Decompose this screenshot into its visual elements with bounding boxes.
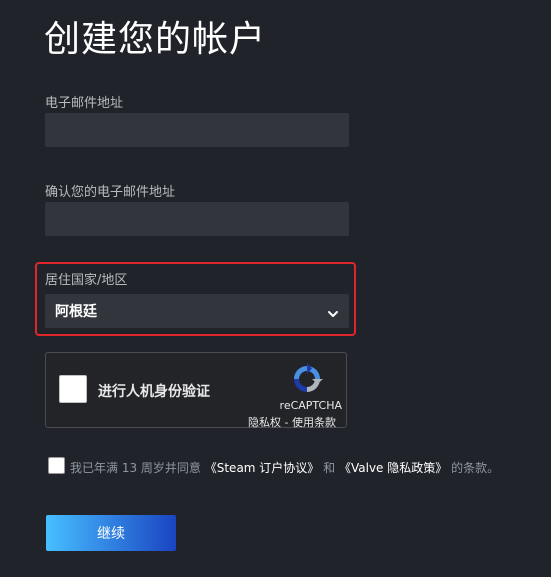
age-agreement-checkbox[interactable] (48, 457, 65, 474)
subscriber-agreement-link[interactable]: 《Steam 订户协议》 (205, 461, 320, 475)
recaptcha-logo-icon (290, 362, 324, 396)
agreement-suffix: 的条款。 (451, 461, 500, 475)
recaptcha-brand: reCAPTCHA (279, 399, 342, 412)
recaptcha-privacy-terms-links[interactable]: 隐私权 - 使用条款 (248, 414, 336, 430)
confirm-email-field[interactable] (45, 202, 349, 236)
privacy-policy-link[interactable]: 《Valve 隐私政策》 (339, 461, 447, 475)
agreement-prefix: 我已年满 13 周岁并同意 (70, 461, 201, 475)
chevron-down-icon (327, 305, 339, 317)
country-select-value: 阿根廷 (55, 304, 97, 320)
create-account-page: 创建您的帐户 电子邮件地址 确认您的电子邮件地址 居住国家/地区 阿根廷 进行人… (0, 0, 551, 577)
continue-button[interactable]: 继续 (46, 515, 176, 551)
recaptcha-prompt: 进行人机身份验证 (98, 384, 210, 400)
agreement-connector: 和 (323, 461, 336, 475)
recaptcha-checkbox[interactable] (59, 375, 87, 403)
email-field[interactable] (45, 113, 349, 147)
confirm-email-label: 确认您的电子邮件地址 (45, 185, 176, 200)
country-select[interactable]: 阿根廷 (45, 294, 349, 328)
email-label: 电子邮件地址 (45, 96, 124, 111)
country-label: 居住国家/地区 (45, 273, 128, 288)
recaptcha-widget: 进行人机身份验证 reCAPTCHA 隐私权 - 使用条款 (45, 352, 347, 430)
page-title: 创建您的帐户 (44, 19, 267, 60)
agreement-text: 我已年满 13 周岁并同意 《Steam 订户协议》 和 《Valve 隐私政策… (70, 459, 499, 476)
